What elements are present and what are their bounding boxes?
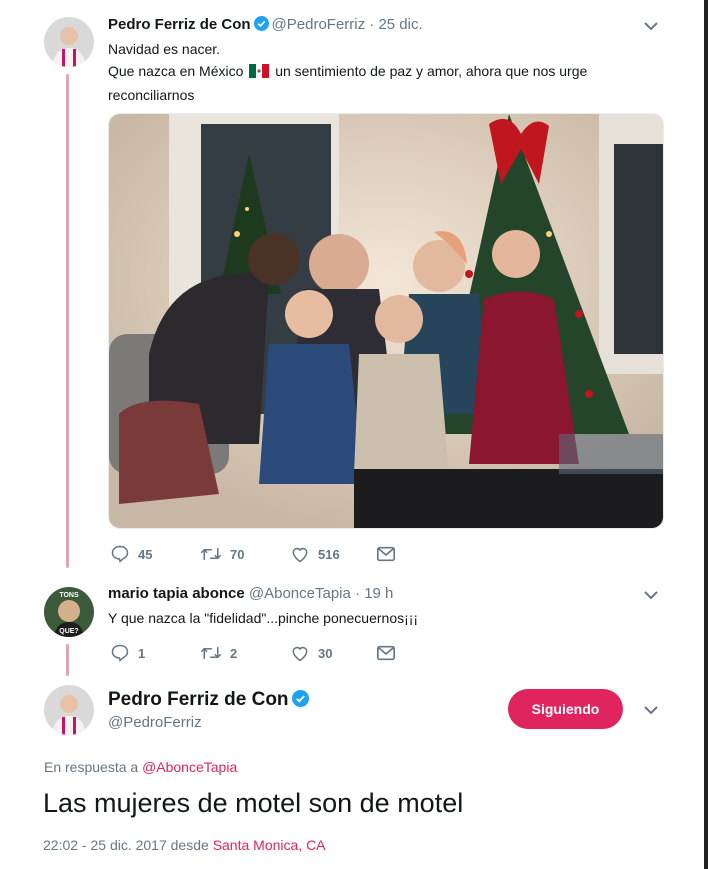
avatar-text: TONS — [59, 592, 79, 599]
like-icon — [292, 547, 308, 563]
like-count: 30 — [318, 645, 333, 661]
verified-icon — [291, 690, 309, 713]
author-name[interactable]: Pedro Ferriz de Con — [108, 689, 289, 710]
retweet-icon — [200, 647, 222, 659]
reply-text: Y que nazca la "fidelidad"...pinche pone… — [108, 610, 419, 626]
avatar[interactable] — [44, 685, 94, 735]
message-icon — [377, 645, 395, 661]
message-icon — [377, 546, 395, 562]
like-icon — [292, 646, 308, 662]
author-name[interactable]: mario tapia abonce — [108, 585, 245, 602]
tweet-actions: 45 70 516 — [110, 544, 396, 564]
timestamp[interactable]: 22:02 - 25 dic. 2017 desde — [43, 837, 209, 853]
retweet-button[interactable]: 2 — [200, 643, 290, 663]
chevron-down-icon[interactable] — [641, 585, 661, 605]
reply-to-link[interactable]: @AbonceTapia — [142, 759, 237, 775]
avatar-text: QUE? — [59, 628, 78, 635]
avatar[interactable] — [44, 17, 94, 67]
reply-count: 45 — [138, 546, 153, 562]
like-button[interactable]: 30 — [290, 643, 376, 663]
avatar[interactable]: TONS QUE? — [44, 587, 94, 637]
main-author: Pedro Ferriz de Con — [108, 689, 312, 713]
author-name[interactable]: Pedro Ferriz de Con — [108, 16, 251, 33]
tweet-actions: 1 2 30 — [110, 643, 396, 663]
tweet-text: Navidad es nacer. Que nazca en México un… — [108, 38, 587, 106]
retweet-button[interactable]: 70 — [200, 544, 290, 564]
tweet-photo[interactable] — [108, 113, 664, 529]
tweet-line: reconciliarnos — [108, 87, 195, 103]
chevron-down-icon[interactable] — [641, 700, 661, 720]
reply-icon — [111, 644, 129, 662]
reply-button[interactable]: 45 — [110, 544, 200, 564]
author-handle[interactable]: @PedroFerriz — [272, 16, 366, 33]
tweet-line: Que nazca en México un sentimiento de pa… — [108, 60, 587, 84]
thread-line — [66, 644, 69, 676]
retweet-icon — [200, 548, 222, 560]
tweet-line: Navidad es nacer. — [108, 41, 221, 57]
author-handle[interactable]: @PedroFerriz — [108, 714, 202, 731]
like-count: 516 — [318, 546, 340, 562]
tweet-date[interactable]: · 19 h — [355, 585, 393, 602]
retweet-count: 2 — [230, 645, 238, 661]
tweet-meta: 22:02 - 25 dic. 2017 desde Santa Monica,… — [43, 837, 326, 853]
main-tweet-text: Las mujeres de motel son de motel — [43, 788, 464, 818]
chevron-down-icon[interactable] — [641, 16, 661, 36]
location-link[interactable]: Santa Monica, CA — [213, 837, 326, 853]
verified-icon — [253, 16, 269, 35]
reply-count: 1 — [138, 645, 146, 661]
reply-icon — [111, 545, 129, 563]
reply-button[interactable]: 1 — [110, 643, 200, 663]
reply-context: En respuesta a @AbonceTapia — [44, 759, 238, 775]
author-handle[interactable]: @AbonceTapia — [249, 585, 351, 602]
message-button[interactable] — [376, 545, 396, 563]
tweet-header: mario tapia abonce @AbonceTapia · 19 h — [108, 585, 393, 602]
tweet-date[interactable]: · 25 dic. — [369, 16, 422, 33]
following-button[interactable]: Siguiendo — [508, 689, 623, 729]
like-button[interactable]: 516 — [290, 544, 376, 564]
message-button[interactable] — [376, 644, 396, 662]
tweet-header: Pedro Ferriz de Con @PedroFerriz · 25 dic… — [108, 16, 423, 35]
window-edge — [704, 0, 708, 869]
thread-line — [66, 74, 69, 568]
mexico-flag-icon — [249, 62, 270, 84]
retweet-count: 70 — [230, 546, 245, 562]
